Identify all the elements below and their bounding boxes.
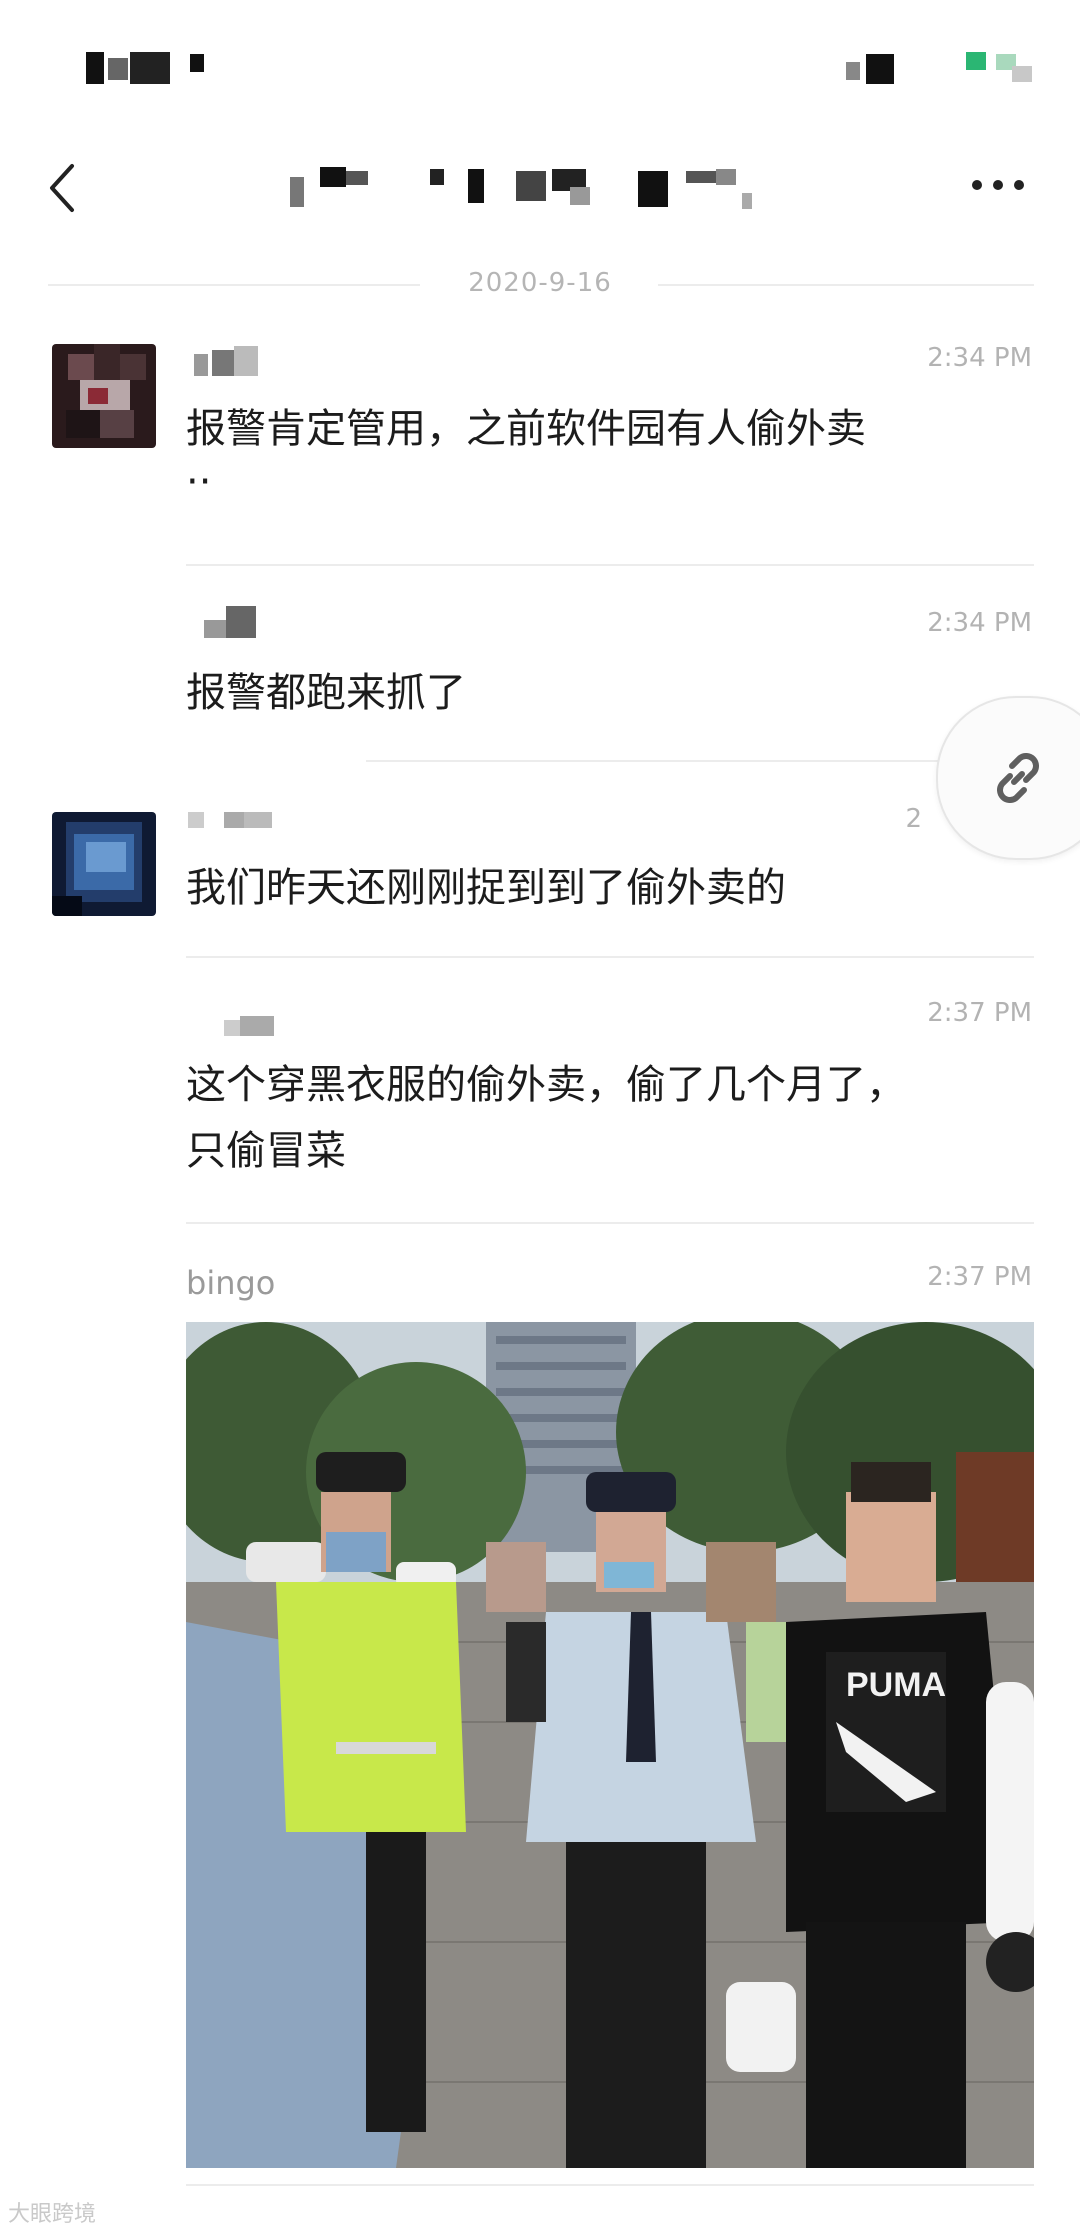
shirt-logo-text: PUMA — [846, 1666, 946, 1704]
message-text[interactable]: 我们昨天还刚刚捉到到了偷外卖的 — [186, 855, 1036, 921]
message-text[interactable]: 这个穿黑衣服的偷外卖，偷了几个月了， — [186, 1052, 1036, 1118]
date-separator-line-right — [658, 284, 1034, 286]
message-divider — [186, 2184, 1034, 2186]
message-time: 2:34 PM — [927, 343, 1032, 373]
more-options-icon[interactable] — [970, 178, 1026, 192]
message-text[interactable]: 报警都跑来抓了 — [186, 660, 1036, 726]
message-time: 2:34 PM — [927, 608, 1032, 638]
message-divider — [186, 564, 1034, 566]
message-divider — [366, 760, 944, 762]
avatar[interactable] — [52, 344, 156, 448]
message-text-continuation[interactable]: ·· — [186, 462, 1036, 502]
message-photo[interactable]: PUMA — [186, 1322, 1034, 2168]
message-text[interactable]: 报警肯定管用，之前软件园有人偷外卖 — [186, 396, 1036, 462]
message-time: 2:37 PM — [927, 998, 1032, 1028]
back-arrow-icon[interactable] — [44, 158, 84, 218]
message-text-continuation[interactable]: 只偷冒菜 — [186, 1118, 1036, 1184]
date-separator: 2020-9-16 — [468, 268, 612, 298]
avatar[interactable] — [52, 812, 156, 916]
message-time: 2 — [905, 804, 922, 834]
sender-name: bingo — [186, 1264, 276, 1302]
message-time: 2:37 PM — [927, 1262, 1032, 1292]
chat-title-redacted — [290, 165, 770, 215]
floating-link-button[interactable] — [936, 696, 1080, 860]
photo-scene: PUMA — [186, 1322, 1034, 2168]
watermark: 大眼跨境 — [8, 2202, 97, 2227]
message-divider — [186, 1222, 1034, 1224]
message-divider — [186, 956, 1034, 958]
link-icon — [997, 753, 1039, 803]
